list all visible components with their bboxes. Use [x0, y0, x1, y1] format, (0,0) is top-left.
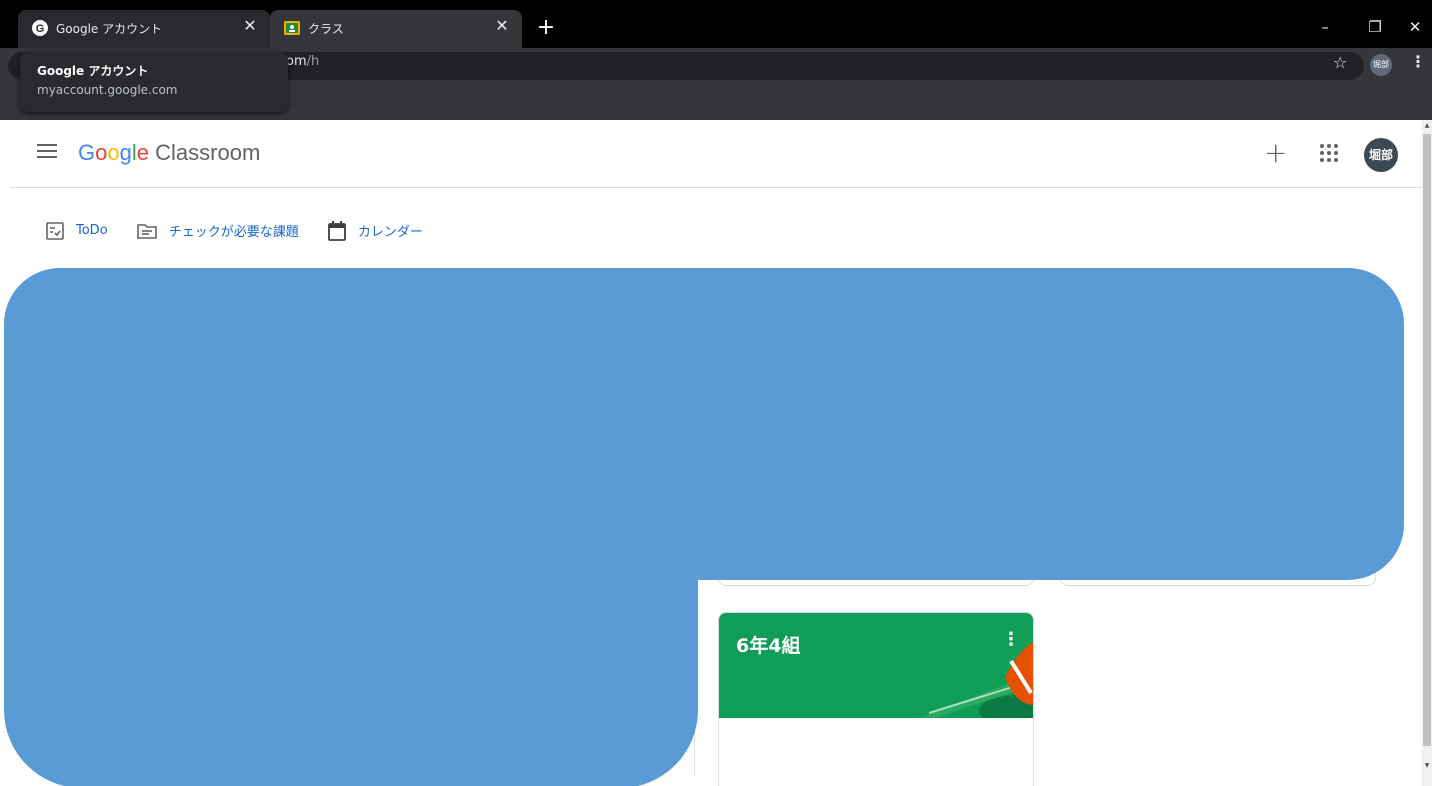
tab-title: Google アカウント [56, 22, 163, 36]
class-card-6-4[interactable]: 6年4組 ⋮ [718, 612, 1034, 786]
browser-profile-avatar[interactable]: 堀部 [1370, 54, 1392, 76]
logo-letter: G [78, 140, 96, 165]
close-window-icon[interactable]: ✕ [1400, 14, 1430, 40]
url-host: om [286, 54, 307, 69]
todo-label: ToDo [76, 223, 108, 238]
minimize-icon[interactable]: – [1310, 14, 1340, 40]
main-menu-icon[interactable] [37, 144, 57, 160]
redaction-overlay [4, 420, 698, 786]
classroom-header: Google Classroom + 堀部 [10, 120, 1422, 188]
scrollbar-thumb[interactable] [1423, 134, 1431, 746]
class-name[interactable]: 6年4組 [736, 631, 800, 658]
scroll-up-icon[interactable]: ▲ [1423, 122, 1431, 129]
logo-letter: e [136, 140, 150, 165]
secondary-nav: ToDo チェックが必要な課題 カレンダー [46, 220, 447, 244]
tab-strip: G Google アカウント ✕ クラス ✕ + – ❐ ✕ [0, 0, 1432, 48]
todo-icon [46, 221, 64, 240]
class-menu-icon[interactable]: ⋮ [1002, 629, 1020, 650]
class-card-banner[interactable]: 6年4組 ⋮ [719, 613, 1033, 718]
page-scrollbar[interactable]: ▲ ▼ [1422, 120, 1432, 786]
create-or-join-class-button[interactable]: + [1264, 136, 1287, 169]
svg-text:G: G [36, 23, 45, 35]
tab-google-account[interactable]: G Google アカウント ✕ [18, 10, 270, 48]
address-url[interactable]: om/h [286, 54, 319, 69]
todo-link[interactable]: ToDo [46, 221, 108, 240]
product-name: Classroom [155, 140, 261, 165]
football-illustration [919, 642, 1033, 718]
to-review-link[interactable]: チェックが必要な課題 [136, 221, 299, 240]
google-apps-icon[interactable] [1320, 144, 1338, 162]
logo-letter: g [119, 140, 132, 165]
screen: G Google アカウント ✕ クラス ✕ + – ❐ ✕ om/h ☆ 堀部… [0, 0, 1432, 786]
tab-classes[interactable]: クラス ✕ [270, 10, 522, 48]
tab-hover-card: Google アカウント myaccount.google.com [20, 52, 288, 112]
google-classroom-logo[interactable]: Google Classroom [78, 140, 260, 166]
logo-letter: o [107, 140, 120, 165]
restore-icon[interactable]: ❐ [1360, 14, 1390, 40]
review-icon [136, 223, 157, 239]
classroom-icon [284, 21, 300, 35]
tab-close-icon[interactable]: ✕ [240, 16, 260, 36]
url-path: /h [306, 54, 320, 69]
google-icon: G [32, 20, 48, 36]
account-avatar[interactable]: 堀部 [1364, 138, 1398, 172]
calendar-label: カレンダー [357, 225, 423, 240]
calendar-link[interactable]: カレンダー [327, 220, 423, 241]
hover-card-title: Google アカウント [37, 64, 149, 78]
new-tab-button[interactable]: + [532, 14, 560, 42]
tab-close-icon[interactable]: ✕ [492, 16, 512, 36]
tab-title: クラス [308, 22, 344, 36]
logo-letter: o [95, 140, 108, 165]
scroll-down-icon[interactable]: ▼ [1423, 762, 1431, 769]
calendar-icon [327, 220, 346, 241]
hover-card-url: myaccount.google.com [37, 83, 178, 97]
bookmark-star-icon[interactable]: ☆ [1333, 53, 1347, 72]
browser-menu-icon[interactable]: ⋮ [1410, 52, 1426, 71]
to-review-label: チェックが必要な課題 [168, 225, 299, 240]
